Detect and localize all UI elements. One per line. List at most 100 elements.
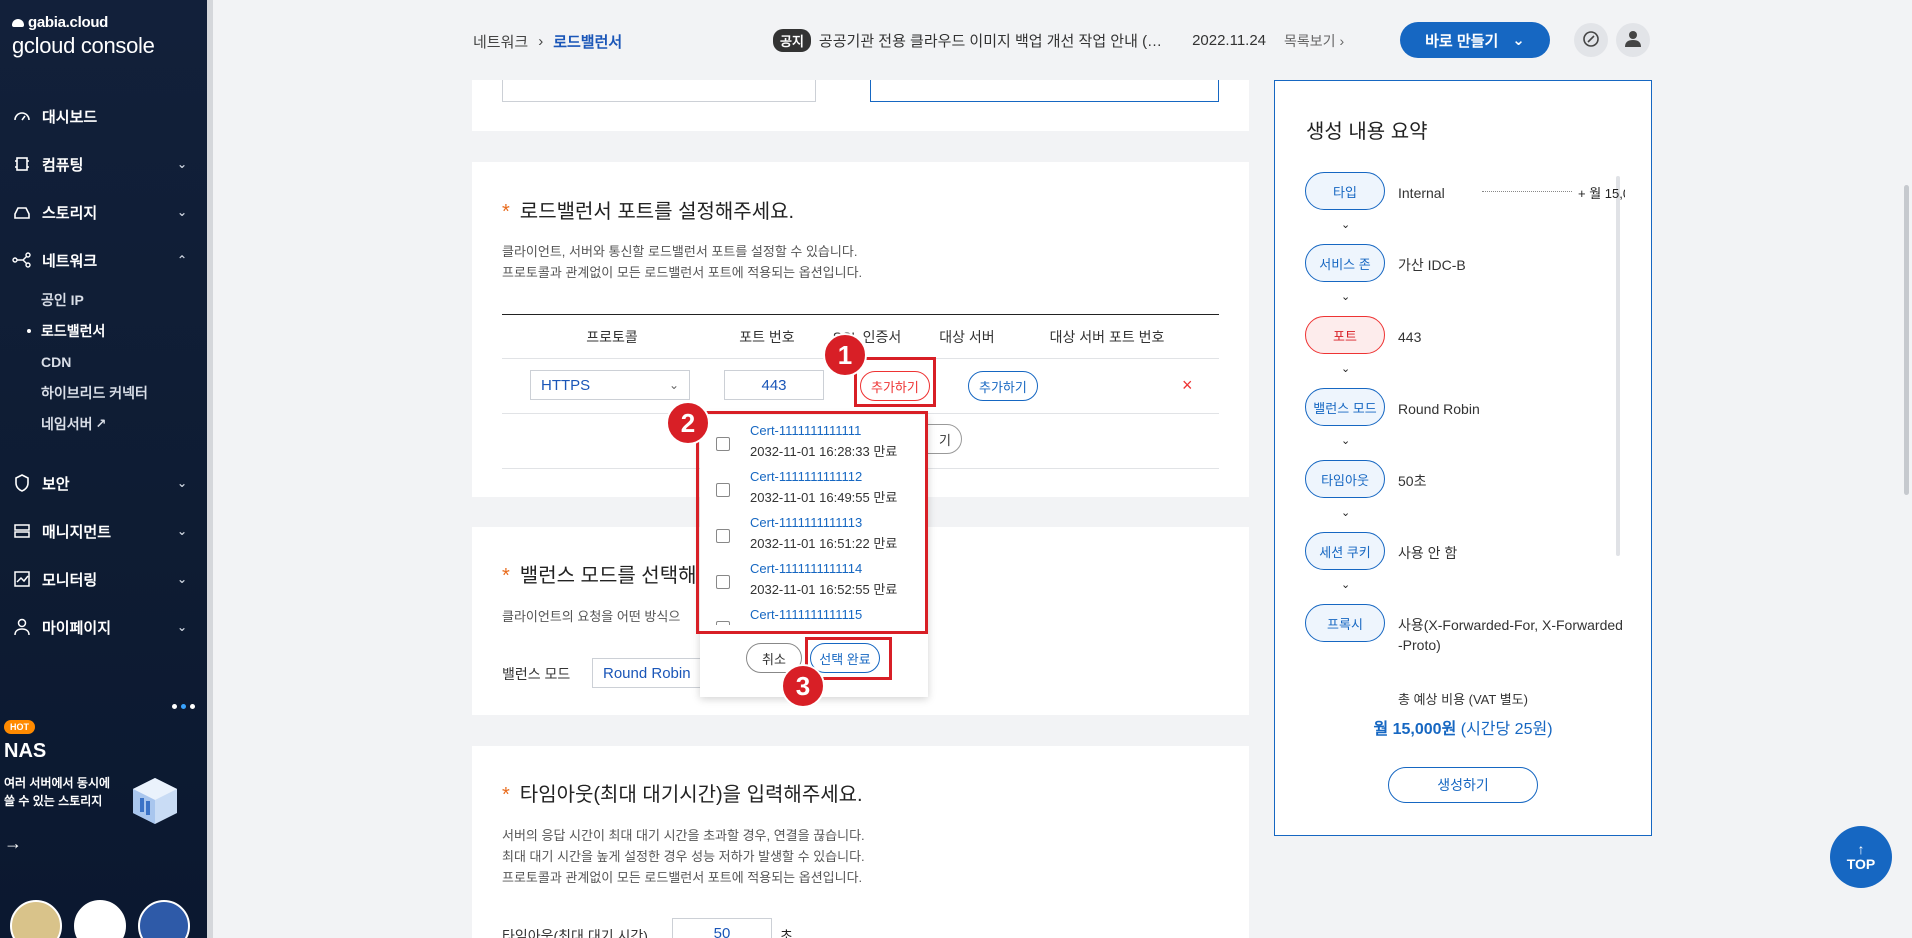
highlight-box (696, 411, 928, 634)
zone-option[interactable] (502, 80, 816, 102)
promo-banner[interactable]: HOT NAS 여러 서버에서 동시에 쓸 수 있는 스토리지 → (0, 700, 207, 880)
sidebar-subitem-load-balancer[interactable]: 로드밸런서 (27, 315, 207, 346)
sidebar-subitem-cdn[interactable]: CDN (41, 346, 207, 377)
sidebar-item-security[interactable]: 보안 ⌄ (0, 459, 207, 507)
notice-date: 2022.11.24 (1192, 32, 1267, 49)
scroll-top-label: TOP (1846, 856, 1876, 872)
balance-mode-select[interactable]: Round Robin (592, 658, 712, 688)
sidebar-item-monitoring[interactable]: 모니터링 ⌄ (0, 555, 207, 603)
chevron-down-icon: ⌄ (176, 572, 187, 586)
sidebar-item-mypage[interactable]: 마이페이지 ⌄ (0, 603, 207, 651)
timeout-input[interactable]: 50 (672, 918, 772, 938)
sidebar-subitem-nameserver[interactable]: 네임서버 ↗ (41, 408, 207, 439)
column-header: 대상 서버 (939, 328, 995, 345)
port-input[interactable]: 443 (724, 370, 824, 400)
section-title-text: 타임아웃(최대 대기시간)을 입력해주세요. (519, 784, 863, 806)
sidebar-scrollbar[interactable] (207, 0, 213, 938)
chevron-down-icon: ⌄ (1341, 363, 1351, 375)
sidebar-item-label: 매니지먼트 (42, 523, 112, 541)
chip-icon (12, 154, 32, 174)
user-icon (12, 617, 32, 637)
delete-row-icon[interactable]: × (1182, 375, 1193, 396)
summary-tag: 세션 쿠키 (1305, 532, 1385, 570)
sidebar-item-label: 보안 (42, 475, 70, 493)
target-server-add-button[interactable]: 추가하기 (968, 371, 1038, 401)
quick-create-button[interactable]: 바로 만들기 ⌄ (1400, 22, 1550, 58)
feedback-button[interactable] (1574, 23, 1608, 57)
sidebar-subitem-public-ip[interactable]: 공인 IP (41, 284, 207, 315)
sidebar-item-storage[interactable]: 스토리지 ⌄ (0, 188, 207, 236)
notice-text[interactable]: 공공기관 전용 클라우드 이미지 백업 개선 작업 안내 (… (819, 30, 1162, 51)
help-line: 클라이언트, 서버와 통신할 로드밸런서 포트를 설정할 수 있습니다. (502, 244, 858, 259)
summary-value: 443 (1398, 329, 1422, 345)
breadcrumb-separator: › (538, 33, 544, 50)
total-cost-label: 총 예상 비용 (VAT 별도) (1398, 692, 1528, 707)
sidebar-item-management[interactable]: 매니지먼트 ⌄ (0, 507, 207, 555)
section-title: * 로드밸런서 포트를 설정해주세요. (502, 201, 795, 223)
brand-logo[interactable]: gabia.cloud gcloud console (12, 14, 155, 59)
chevron-up-icon: ⌃ (176, 253, 187, 267)
timeout-section: * 타임아웃(최대 대기시간)을 입력해주세요. 서버의 응답 시간이 최대 대기… (472, 746, 1249, 938)
scroll-top-button[interactable]: ↑ TOP (1830, 826, 1892, 888)
gauge-icon (12, 106, 32, 126)
help-line: 서버의 응답 시간이 최대 대기 시간을 초과할 경우, 연결을 끊습니다. (502, 828, 865, 843)
step-marker: 3 (781, 664, 825, 708)
section-title: * 밸런스 모드를 선택해 (502, 565, 697, 587)
chevron-down-icon: ⌄ (176, 205, 187, 219)
chat-bubble-icon (1582, 30, 1600, 51)
notice-bar[interactable]: 공지 공공기관 전용 클라우드 이미지 백업 개선 작업 안내 (… 2022.… (773, 29, 1344, 52)
sidebar-item-label: 대시보드 (42, 108, 98, 126)
sidebar-item-label: 모니터링 (42, 571, 98, 589)
sidebar-item-network[interactable]: 네트워크 ⌃ (0, 236, 207, 284)
column-header: 프로토콜 (586, 328, 638, 345)
create-button[interactable]: 생성하기 (1388, 767, 1538, 803)
summary-tag: 밸런스 모드 (1305, 388, 1385, 426)
summary-scrollbar[interactable] (1616, 176, 1620, 556)
section-title-text: 밸런스 모드를 선택해 (519, 565, 697, 587)
protocol-value: HTTPS (541, 376, 591, 394)
section-help: 서버의 응답 시간이 최대 대기 시간을 초과할 경우, 연결을 끊습니다. 최… (502, 825, 865, 888)
sidebar-item-label: 컴퓨팅 (42, 156, 84, 174)
timeout-label: 타임아웃(최대 대기 시간) (502, 928, 648, 938)
network-icon (12, 250, 32, 270)
sidebar-item-label: 마이페이지 (42, 619, 112, 637)
protocol-select[interactable]: HTTPS ⌄ (530, 370, 690, 400)
total-cost-hour: (시간당 25원) (1460, 721, 1553, 738)
total-cost: 월 15,000원 (시간당 25원) (1275, 715, 1651, 739)
highlight-box (854, 357, 936, 407)
hot-badge: HOT (4, 720, 35, 734)
notice-tag: 공지 (773, 29, 811, 52)
summary-price: + 월 15,000 원 (1578, 186, 1625, 201)
zone-card (472, 80, 1249, 131)
section-title: * 타임아웃(최대 대기시간)을 입력해주세요. (502, 784, 863, 806)
brand-bottom: gcloud console (12, 33, 155, 58)
summary-tag: 타입 (1305, 172, 1385, 210)
top-header: 네트워크 › 로드밸런서 공지 공공기관 전용 클라우드 이미지 백업 개선 작… (213, 0, 1912, 80)
certification-badges (10, 900, 190, 938)
column-header: 대상 서버 포트 번호 (1049, 328, 1165, 345)
server-icon (12, 521, 32, 541)
help-line: 프로토콜과 관계없이 모든 로드밸런서 포트에 적용되는 옵션입니다. (502, 265, 863, 280)
breadcrumb-parent[interactable]: 네트워크 (473, 31, 528, 52)
breadcrumb-current: 로드밸런서 (553, 34, 623, 51)
external-link-icon: ↗ (95, 415, 107, 431)
carousel-dots[interactable] (172, 704, 195, 709)
summary-value: 50초 (1398, 473, 1427, 489)
arrow-up-icon: ↑ (1857, 841, 1865, 857)
promo-description: 여러 서버에서 동시에 쓸 수 있는 스토리지 (4, 776, 111, 808)
sidebar-nav: 대시보드 컴퓨팅 ⌄ 스토리지 ⌄ 네트워크 ⌃ 공인 IP 로드밸런서 CDN… (0, 92, 207, 651)
sidebar-item-dashboard[interactable]: 대시보드 (0, 92, 207, 140)
sidebar-subitem-hybrid-connector[interactable]: 하이브리드 커넥터 (41, 377, 207, 408)
balance-mode-label: 밸런스 모드 (502, 666, 571, 682)
help-line: 최대 대기 시간을 높게 설정한 경우 성능 저하가 발생할 수 있습니다. (502, 849, 865, 864)
storage-cube-icon (128, 774, 182, 828)
arrow-right-icon[interactable]: → (4, 833, 22, 854)
notice-more-link[interactable]: 목록보기 › (1284, 31, 1344, 51)
sidebar-item-computing[interactable]: 컴퓨팅 ⌄ (0, 140, 207, 188)
page-scrollbar[interactable] (1904, 185, 1909, 495)
zone-option-selected[interactable] (870, 80, 1219, 102)
account-button[interactable] (1616, 23, 1650, 57)
chevron-down-icon: ⌄ (1341, 219, 1351, 231)
summary-tag: 프록시 (1305, 604, 1385, 642)
summary-value: 가산 IDC-B (1398, 257, 1466, 273)
